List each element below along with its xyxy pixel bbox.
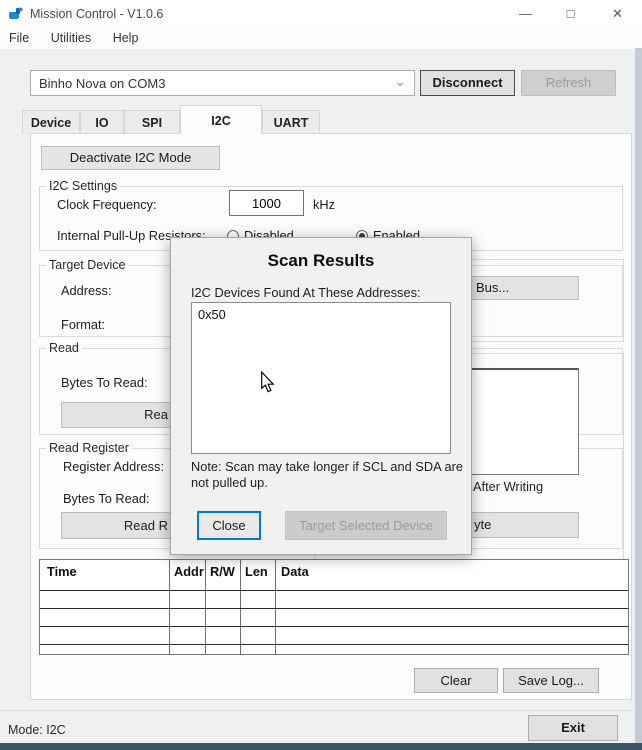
mouse-cursor-icon bbox=[260, 371, 275, 393]
deactivate-i2c-button[interactable]: Deactivate I2C Mode bbox=[41, 146, 220, 170]
clock-frequency-label: Clock Frequency: bbox=[57, 197, 157, 212]
read-bytes-label: Bytes To Read: bbox=[61, 375, 148, 390]
title-bar: Mission Control - V1.0.6 — □ ✕ bbox=[0, 0, 642, 28]
menu-utilities[interactable]: Utilities bbox=[42, 28, 100, 48]
disconnect-button[interactable]: Disconnect bbox=[420, 70, 515, 96]
clock-unit-label: kHz bbox=[313, 197, 335, 212]
tab-device[interactable]: Device bbox=[22, 110, 80, 134]
read-title: Read bbox=[46, 341, 82, 355]
target-device-title: Target Device bbox=[46, 258, 128, 272]
mode-status: Mode: I2C bbox=[8, 723, 66, 737]
address-label: Address: bbox=[61, 283, 112, 298]
maximize-icon[interactable]: □ bbox=[548, 0, 593, 28]
i2c-settings-title: I2C Settings bbox=[46, 179, 120, 193]
window-title: Mission Control - V1.0.6 bbox=[30, 7, 163, 21]
device-list-item[interactable]: 0x50 bbox=[198, 307, 226, 322]
exit-button[interactable]: Exit bbox=[528, 715, 618, 741]
app-icon bbox=[8, 6, 24, 22]
device-select-value: Binho Nova on COM3 bbox=[39, 76, 165, 91]
device-list[interactable]: 0x50 bbox=[191, 302, 451, 454]
window-edge-right bbox=[635, 48, 642, 743]
readreg-bytes-label: Bytes To Read: bbox=[63, 491, 150, 506]
tab-io[interactable]: IO bbox=[80, 110, 124, 134]
register-address-label: Register Address: bbox=[63, 459, 164, 474]
refresh-button: Refresh bbox=[521, 70, 616, 96]
save-log-button[interactable]: Save Log... bbox=[503, 668, 599, 693]
status-bar: Mode: I2C Exit bbox=[0, 710, 642, 743]
log-table[interactable]: Time Addr R/W Len Data bbox=[39, 559, 629, 655]
minimize-icon[interactable]: — bbox=[503, 0, 548, 28]
read-register-button[interactable]: Read R bbox=[61, 512, 171, 539]
tab-spi[interactable]: SPI bbox=[124, 110, 180, 134]
menu-help[interactable]: Help bbox=[104, 28, 148, 48]
chevron-down-icon: ⌄ bbox=[394, 73, 406, 90]
clock-frequency-input[interactable] bbox=[229, 190, 304, 216]
col-data: Data bbox=[281, 564, 309, 579]
close-icon[interactable]: ✕ bbox=[595, 0, 640, 28]
app-window: Mission Control - V1.0.6 — □ ✕ File Util… bbox=[0, 0, 642, 750]
col-time: Time bbox=[47, 564, 77, 579]
devices-found-label: I2C Devices Found At These Addresses: bbox=[191, 285, 421, 300]
dialog-title: Scan Results bbox=[171, 251, 471, 271]
col-rw: R/W bbox=[210, 564, 235, 579]
read-register-title: Read Register bbox=[46, 441, 132, 455]
format-label: Format: bbox=[61, 317, 105, 332]
col-addr: Addr bbox=[174, 564, 204, 579]
menu-bar: File Utilities Help bbox=[0, 28, 642, 49]
scan-results-dialog: Scan Results I2C Devices Found At These … bbox=[170, 237, 472, 555]
clear-button[interactable]: Clear bbox=[414, 668, 498, 693]
window-edge-bottom bbox=[0, 743, 642, 750]
menu-file[interactable]: File bbox=[0, 28, 38, 48]
close-button[interactable]: Close bbox=[197, 511, 261, 540]
tab-i2c[interactable]: I2C bbox=[180, 105, 262, 134]
after-writing-label: After Writing bbox=[473, 479, 543, 494]
tab-uart[interactable]: UART bbox=[262, 110, 320, 134]
scan-note: Note: Scan may take longer if SCL and SD… bbox=[191, 459, 463, 491]
col-len: Len bbox=[245, 564, 268, 579]
read-button[interactable]: Rea bbox=[61, 402, 171, 428]
device-select[interactable]: Binho Nova on COM3 ⌄ bbox=[30, 70, 415, 96]
target-selected-device-button: Target Selected Device bbox=[285, 511, 447, 540]
